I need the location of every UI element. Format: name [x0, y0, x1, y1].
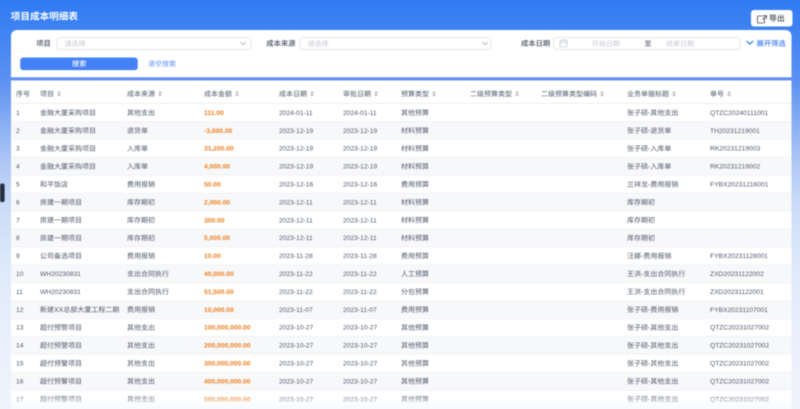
svg-text:2023-10-27: 2023-10-27	[343, 325, 377, 332]
svg-text:QTZC20231027002: QTZC20231027002	[710, 343, 769, 350]
svg-text:100,000,000.00: 100,000,000.00	[204, 325, 251, 332]
svg-text:2023-12-11: 2023-12-11	[343, 217, 377, 224]
svg-text:8: 8	[16, 235, 20, 242]
svg-text:ZXD20231122002: ZXD20231122002	[710, 271, 764, 278]
svg-text:2023-11-22: 2023-11-22	[279, 289, 313, 296]
svg-text:QTZC20231027002: QTZC20231027002	[710, 378, 769, 385]
svg-text:2,000.00: 2,000.00	[204, 199, 230, 206]
svg-text:31,200.00: 31,200.00	[204, 146, 234, 153]
svg-text:2: 2	[16, 128, 20, 135]
svg-text:QTZC20231027002: QTZC20231027002	[710, 360, 769, 367]
svg-text:2023-10-27: 2023-10-27	[279, 325, 313, 332]
svg-text:QTZC20231027002: QTZC20231027002	[710, 325, 769, 332]
svg-text:11: 11	[16, 289, 23, 296]
svg-text:7: 7	[16, 217, 20, 224]
svg-text:2023-12-19: 2023-12-19	[279, 164, 313, 171]
svg-text:2023-11-28: 2023-11-28	[279, 253, 313, 260]
svg-text:FYBX20231128001: FYBX20231128001	[710, 253, 768, 260]
svg-text:10.00: 10.00	[204, 253, 221, 260]
svg-text:2023-12-11: 2023-12-11	[279, 199, 313, 206]
svg-text:XX: XX	[54, 307, 64, 314]
svg-text:2023-12-11: 2023-12-11	[279, 217, 313, 224]
svg-text:300,000,000.00: 300,000,000.00	[204, 360, 251, 367]
svg-text:WH20230831: WH20230831	[40, 271, 81, 278]
svg-text:TH20231219001: TH20231219001	[710, 128, 760, 135]
svg-text:FYBX20231216001: FYBX20231216001	[710, 181, 769, 188]
svg-text:5,000.00: 5,000.00	[204, 235, 230, 242]
svg-text:2023-11-22: 2023-11-22	[343, 271, 377, 278]
svg-text:FYBX20231107001: FYBX20231107001	[710, 307, 768, 314]
svg-text:40,000.00: 40,000.00	[204, 271, 234, 278]
svg-text:3: 3	[16, 146, 20, 153]
svg-text:2023-12-19: 2023-12-19	[343, 164, 377, 171]
svg-text:6: 6	[16, 199, 20, 206]
svg-text:2023-10-27: 2023-10-27	[343, 360, 377, 367]
svg-text:9: 9	[16, 253, 20, 260]
svg-text:15: 15	[16, 360, 24, 367]
svg-text:4,000.00: 4,000.00	[204, 164, 230, 171]
svg-text:2023-10-27: 2023-10-27	[279, 360, 313, 367]
svg-text:2023-12-11: 2023-12-11	[343, 199, 377, 206]
svg-text:2023-11-07: 2023-11-07	[279, 307, 313, 314]
svg-text:13: 13	[16, 325, 24, 332]
svg-text:2023-10-27: 2023-10-27	[343, 343, 377, 350]
svg-text:50.00: 50.00	[204, 181, 221, 188]
svg-text:2023-12-19: 2023-12-19	[279, 128, 313, 135]
svg-text:2023-12-16: 2023-12-16	[279, 181, 313, 188]
svg-text:2023-12-19: 2023-12-19	[343, 146, 377, 153]
svg-text:2023-12-11: 2023-12-11	[279, 235, 313, 242]
svg-text:2024-01-11: 2024-01-11	[343, 110, 377, 117]
svg-text:2024-01-11: 2024-01-11	[279, 110, 313, 117]
svg-text:1: 1	[16, 110, 20, 117]
svg-text:QTZC20240111001: QTZC20240111001	[710, 110, 768, 117]
svg-text:2023-11-22: 2023-11-22	[343, 289, 377, 296]
svg-text:-3,000.00: -3,000.00	[204, 128, 233, 135]
svg-text:4: 4	[16, 164, 20, 171]
svg-text:400,000,000.00: 400,000,000.00	[204, 378, 251, 385]
svg-text:16: 16	[16, 378, 24, 385]
svg-text:111.00: 111.00	[204, 110, 224, 117]
svg-text:WH20230831: WH20230831	[40, 289, 81, 296]
svg-text:2023-12-11: 2023-12-11	[343, 235, 377, 242]
svg-text:2023-11-22: 2023-11-22	[279, 271, 313, 278]
svg-text:14: 14	[16, 343, 24, 350]
svg-text:RK20231219002: RK20231219002	[710, 164, 760, 171]
svg-text:300.00: 300.00	[204, 217, 225, 224]
svg-text:5: 5	[16, 181, 20, 188]
svg-text:2023-11-28: 2023-11-28	[343, 253, 377, 260]
svg-text:2023-10-27: 2023-10-27	[343, 378, 377, 385]
svg-text:2023-12-19: 2023-12-19	[279, 146, 313, 153]
svg-text:200,000,000.00: 200,000,000.00	[204, 343, 251, 350]
svg-text:2023-10-27: 2023-10-27	[279, 343, 313, 350]
svg-text:10: 10	[16, 271, 24, 278]
svg-text:2023-12-19: 2023-12-19	[343, 128, 377, 135]
svg-text:12: 12	[16, 307, 24, 314]
svg-text:RK20231219003: RK20231219003	[710, 146, 760, 153]
svg-text:51,500.00: 51,500.00	[204, 289, 234, 296]
svg-text:2023-10-27: 2023-10-27	[279, 378, 313, 385]
svg-text:10,000.00: 10,000.00	[204, 307, 234, 314]
svg-text:2023-12-16: 2023-12-16	[343, 181, 377, 188]
svg-text:2023-11-07: 2023-11-07	[343, 307, 377, 314]
svg-text:ZXD20231122001: ZXD20231122001	[710, 289, 764, 296]
